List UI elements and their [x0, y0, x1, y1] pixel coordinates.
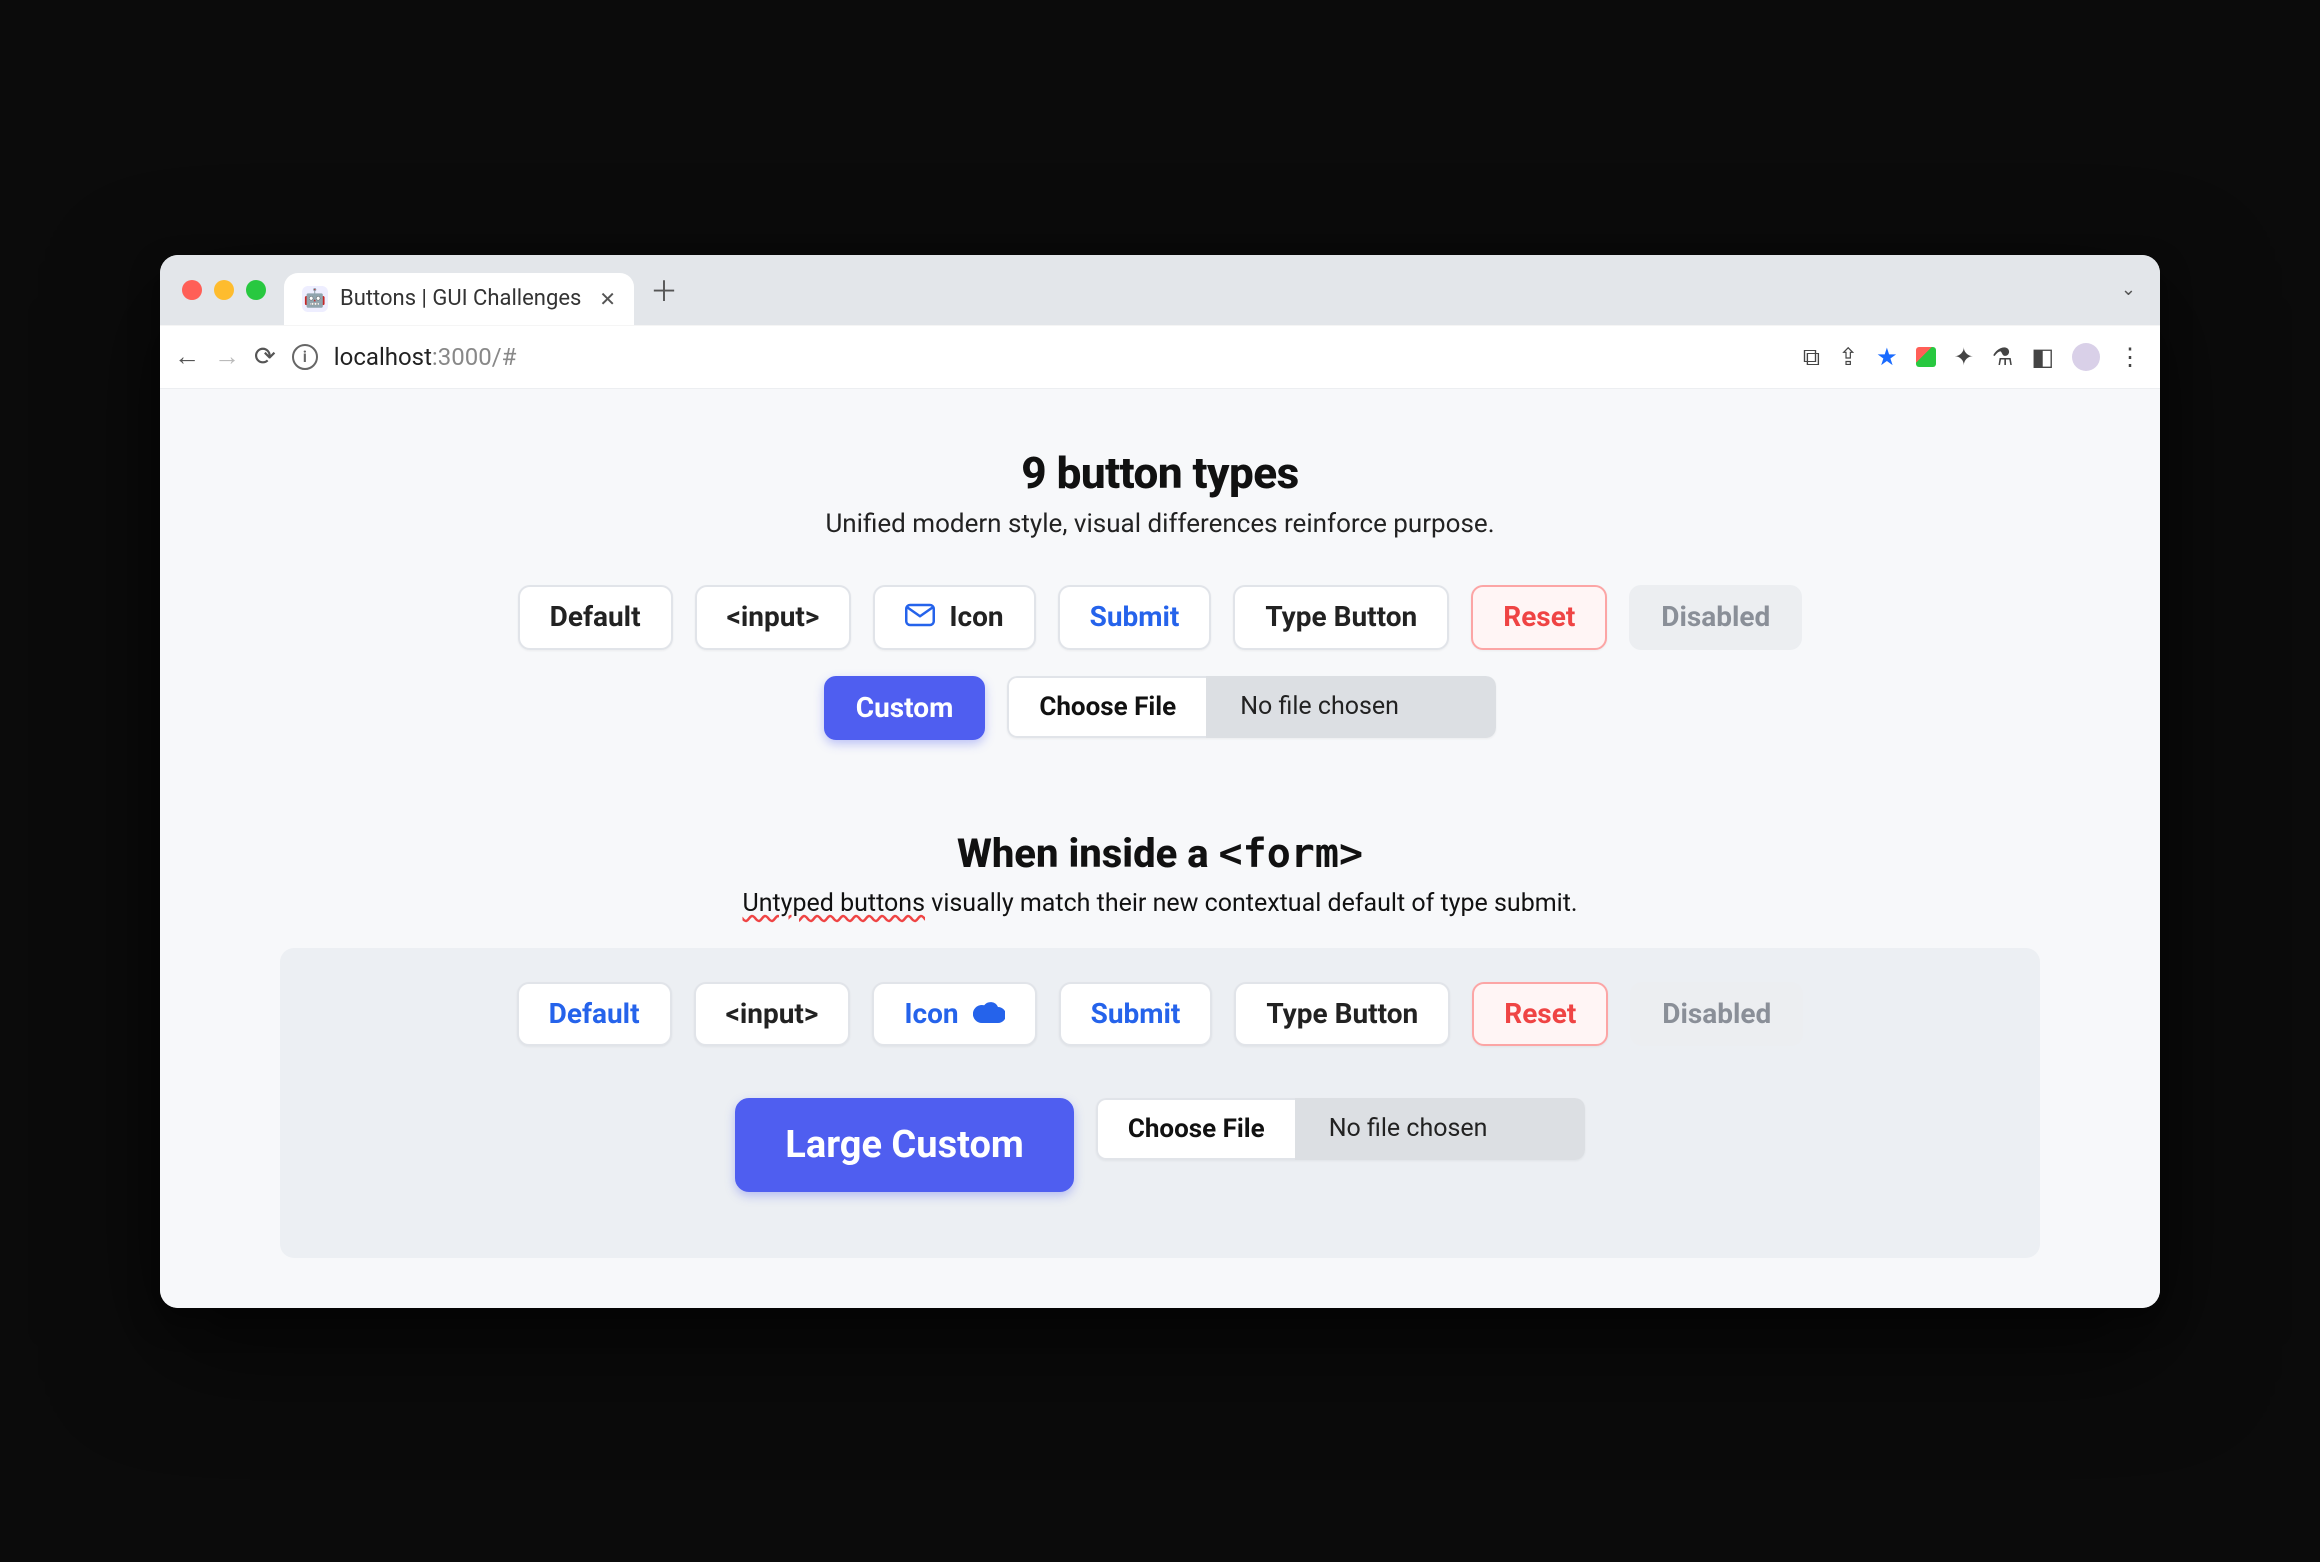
button-row-1: Default <input> Icon Submit Type Button …: [518, 585, 1803, 650]
address-bar[interactable]: localhost:3000/#: [334, 343, 517, 371]
toolbar: ← → ⟳ i localhost:3000/# ⧉ ⇪ ★ ✦ ⚗ ◧ ⋮: [160, 325, 2160, 389]
nav-back-icon[interactable]: ←: [174, 344, 200, 370]
form-type-button-button[interactable]: Type Button: [1234, 982, 1450, 1046]
file-status-text: No file chosen: [1206, 676, 1496, 738]
new-tab-button[interactable]: ＋: [644, 270, 684, 310]
tabs-overflow-icon[interactable]: ⌄: [2121, 279, 2146, 300]
form-title-code: <form>: [1219, 831, 1364, 877]
file-choose-button[interactable]: Choose File: [1007, 676, 1206, 738]
submit-button[interactable]: Submit: [1058, 585, 1212, 650]
tab-strip: 🤖 Buttons | GUI Challenges ✕ ＋ ⌄: [160, 255, 2160, 325]
window-controls: [174, 280, 274, 300]
page-title: 9 button types: [1021, 447, 1299, 499]
form-submit-button[interactable]: Submit: [1059, 982, 1213, 1046]
tab-title: Buttons | GUI Challenges: [340, 286, 581, 311]
open-external-icon[interactable]: ⧉: [1803, 343, 1820, 371]
form-sub-rest: visually match their new contextual defa…: [925, 889, 1578, 918]
form-section-title: When inside a <form>: [957, 830, 1363, 877]
reset-button[interactable]: Reset: [1471, 585, 1607, 650]
extensions-icon[interactable]: ✦: [1954, 343, 1974, 371]
side-panel-icon[interactable]: ◧: [2031, 343, 2054, 371]
nav-forward-icon[interactable]: →: [214, 344, 240, 370]
form-file-status-text: No file chosen: [1295, 1098, 1585, 1160]
form-file-input[interactable]: Choose File No file chosen: [1096, 1098, 1585, 1160]
form-section-subtitle: Untyped buttons visually match their new…: [742, 889, 1577, 918]
large-custom-button[interactable]: Large Custom: [735, 1098, 1074, 1192]
site-info-icon[interactable]: i: [292, 344, 318, 370]
page-subtitle: Unified modern style, visual differences…: [825, 509, 1494, 539]
page-content: 9 button types Unified modern style, vis…: [160, 389, 2160, 1308]
form-default-button[interactable]: Default: [517, 982, 672, 1046]
mail-icon: [905, 603, 935, 632]
form-input-button[interactable]: <input>: [694, 982, 851, 1046]
window-zoom-icon[interactable]: [246, 280, 266, 300]
form-icon-button-label: Icon: [904, 1000, 958, 1028]
bookmark-star-icon[interactable]: ★: [1876, 343, 1898, 371]
share-icon[interactable]: ⇪: [1838, 343, 1858, 371]
kebab-menu-icon[interactable]: ⋮: [2118, 343, 2142, 371]
disabled-button: Disabled: [1629, 585, 1802, 650]
form-file-choose-button[interactable]: Choose File: [1096, 1098, 1295, 1160]
url-host: localhost: [334, 343, 432, 371]
extension-color-icon[interactable]: [1916, 347, 1936, 367]
default-button[interactable]: Default: [518, 585, 673, 650]
browser-window: 🤖 Buttons | GUI Challenges ✕ ＋ ⌄ ← → ⟳ i…: [160, 255, 2160, 1308]
browser-tab[interactable]: 🤖 Buttons | GUI Challenges ✕: [284, 273, 634, 325]
form-sub-underlined: Untyped buttons: [742, 889, 925, 918]
form-panel: Default <input> Icon Submit Type Button …: [280, 948, 2040, 1258]
form-reset-button[interactable]: Reset: [1472, 982, 1608, 1046]
form-button-row-1: Default <input> Icon Submit Type Button …: [517, 982, 1804, 1046]
button-row-2: Custom Choose File No file chosen: [824, 676, 1496, 740]
form-title-prefix: When inside a: [957, 830, 1219, 877]
cloud-icon: [973, 1000, 1005, 1028]
nav-reload-icon[interactable]: ⟳: [254, 344, 276, 370]
tab-favicon: 🤖: [302, 286, 328, 312]
window-close-icon[interactable]: [182, 280, 202, 300]
labs-flask-icon[interactable]: ⚗: [1992, 343, 2014, 371]
file-input[interactable]: Choose File No file chosen: [1007, 676, 1496, 738]
type-button-button[interactable]: Type Button: [1233, 585, 1449, 650]
tab-close-icon[interactable]: ✕: [599, 287, 616, 311]
icon-button-label: Icon: [949, 603, 1003, 631]
form-disabled-button: Disabled: [1630, 982, 1803, 1046]
form-icon-button[interactable]: Icon: [872, 982, 1036, 1046]
input-button[interactable]: <input>: [695, 585, 852, 650]
window-minimize-icon[interactable]: [214, 280, 234, 300]
profile-avatar-icon[interactable]: [2072, 343, 2100, 371]
custom-button[interactable]: Custom: [824, 676, 986, 740]
icon-button[interactable]: Icon: [873, 585, 1035, 650]
url-path: :3000/#: [432, 343, 516, 371]
form-button-row-2: Large Custom Choose File No file chosen: [735, 1098, 1584, 1192]
